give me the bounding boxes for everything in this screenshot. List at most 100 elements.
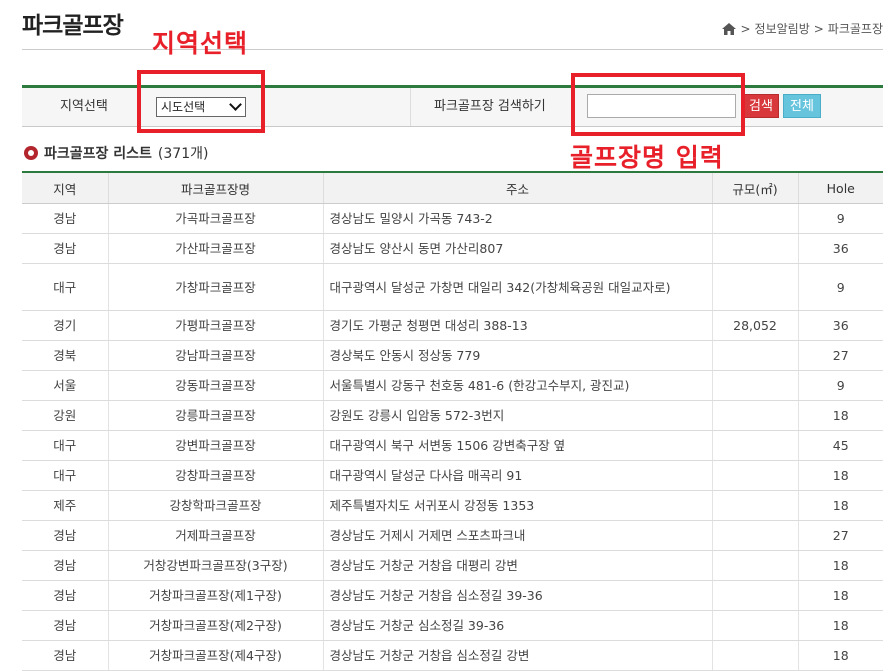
home-icon[interactable] [722,22,737,35]
table-header-row: 지역 파크골프장명 주소 규모(㎡) Hole [22,171,883,204]
cell-size [711,340,798,371]
cell-hole: 36 [797,233,883,264]
breadcrumb: > 정보알림방 > 파크골프장 [722,20,883,37]
cell-address: 경상남도 거제시 거제면 스포츠파크내 [322,520,712,551]
region-label: 지역선택 [60,99,108,114]
annotation-name-label: 골프장명 입력 [570,143,724,172]
list-heading-title: 파크골프장 리스트 [44,146,152,162]
cell-name[interactable]: 거창파크골프장(제2구장) [107,610,323,641]
cell-region: 서울 [22,370,108,401]
cell-region: 대구 [22,430,108,461]
breadcrumb-item-current[interactable]: 파크골프장 [828,20,883,37]
header-address: 주소 [322,171,712,204]
cell-address: 경상남도 거창군 거창읍 대평리 강변 [322,550,712,581]
table-row[interactable]: 경남 가산파크골프장 경상남도 양산시 동면 가산리807 36 [22,233,883,264]
table-row[interactable]: 제주 강창학파크골프장 제주특별자치도 서귀포시 강정동 1353 18 [22,490,883,521]
cell-address: 경기도 가평군 청평면 대성리 388-13 [322,310,712,341]
cell-region: 경남 [22,640,108,671]
cell-hole: 27 [797,340,883,371]
cell-size [711,610,798,641]
cell-region: 경기 [22,310,108,341]
table-row[interactable]: 경남 거창파크골프장(제2구장) 경상남도 거창군 심소정길 39-36 18 [22,610,883,641]
cell-region: 경남 [22,610,108,641]
table-row[interactable]: 경남 거창파크골프장(제4구장) 경상남도 거창군 거창읍 심소정길 강변 18 [22,640,883,671]
page-title: 파크골프장 [22,13,124,39]
cell-name[interactable]: 강창학파크골프장 [107,490,323,521]
bullet-icon [24,146,38,160]
search-button[interactable]: 검색 [743,94,779,118]
cell-name[interactable]: 가창파크골프장 [107,263,323,311]
cell-region: 경남 [22,203,108,234]
breadcrumb-item-info[interactable]: 정보알림방 [755,20,810,37]
cell-hole: 45 [797,430,883,461]
cell-name[interactable]: 가산파크골프장 [107,233,323,264]
golf-course-table: 지역 파크골프장명 주소 규모(㎡) Hole 경남 가곡파크골프장 경상남도 밀양… [22,171,883,671]
cell-size [711,430,798,461]
table-row[interactable]: 경남 거창파크골프장(제1구장) 경상남도 거창군 거창읍 심소정길 39-36 18 [22,580,883,611]
list-count: (371개) [157,146,209,162]
header-hole: Hole [797,171,883,204]
cell-region: 경북 [22,340,108,371]
cell-hole: 18 [797,490,883,521]
name-search-label: 파크골프장 검색하기 [434,99,546,114]
show-all-button[interactable]: 전체 [783,94,821,118]
cell-name[interactable]: 가곡파크골프장 [107,203,323,234]
cell-size [711,263,798,311]
table-row[interactable]: 서울 강동파크골프장 서울특별시 강동구 천호동 481-6 (한강고수부지, 광진… [22,370,883,401]
cell-address: 대구광역시 달성군 다사읍 매곡리 91 [322,460,712,491]
breadcrumb-separator: > [740,21,751,36]
cell-region: 경남 [22,550,108,581]
cell-address: 경상남도 밀양시 가곡동 743-2 [322,203,712,234]
cell-name[interactable]: 거창파크골프장(제1구장) [107,580,323,611]
list-heading: 파크골프장 리스트 (371개) [24,143,208,163]
table-row[interactable]: 경남 가곡파크골프장 경상남도 밀양시 가곡동 743-2 9 [22,203,883,234]
cell-name[interactable]: 강릉파크골프장 [107,400,323,431]
cell-size [711,640,798,671]
cell-name[interactable]: 가평파크골프장 [107,310,323,341]
table-row[interactable]: 강원 강릉파크골프장 강원도 강릉시 입암동 572-3번지 18 [22,400,883,431]
cell-name[interactable]: 강변파크골프장 [107,430,323,461]
cell-address: 경상남도 양산시 동면 가산리807 [322,233,712,264]
cell-region: 제주 [22,490,108,521]
cell-size [711,550,798,581]
cell-size [711,400,798,431]
header-size: 규모(㎡) [711,171,798,204]
cell-region: 강원 [22,400,108,431]
table-row[interactable]: 경북 강남파크골프장 경상북도 안동시 정상동 779 27 [22,340,883,371]
cell-name[interactable]: 거제파크골프장 [107,520,323,551]
annotation-region-box [137,70,265,133]
cell-hole: 27 [797,520,883,551]
cell-address: 경상북도 안동시 정상동 779 [322,340,712,371]
table-row[interactable]: 대구 강창파크골프장 대구광역시 달성군 다사읍 매곡리 91 18 [22,460,883,491]
cell-region: 경남 [22,233,108,264]
table-row[interactable]: 경남 거제파크골프장 경상남도 거제시 거제면 스포츠파크내 27 [22,520,883,551]
cell-name[interactable]: 강동파크골프장 [107,370,323,401]
cell-name[interactable]: 강남파크골프장 [107,340,323,371]
cell-name[interactable]: 거창파크골프장(제4구장) [107,640,323,671]
table-row[interactable]: 대구 강변파크골프장 대구광역시 북구 서변동 1506 강변축구장 옆 45 [22,430,883,461]
cell-size [711,520,798,551]
cell-size [711,203,798,234]
table-row[interactable]: 경기 가평파크골프장 경기도 가평군 청평면 대성리 388-13 28,052 36 [22,310,883,341]
annotation-region-label: 지역선택 [152,29,249,58]
cell-address: 서울특별시 강동구 천호동 481-6 (한강고수부지, 광진교) [322,370,712,401]
cell-size [711,233,798,264]
cell-name[interactable]: 강창파크골프장 [107,460,323,491]
search-bar-divider [410,88,411,126]
cell-address: 경상남도 거창군 거창읍 심소정길 39-36 [322,580,712,611]
cell-size [711,580,798,611]
header-name: 파크골프장명 [107,171,323,204]
cell-size: 28,052 [711,310,798,341]
breadcrumb-separator: > [813,21,824,36]
cell-size [711,370,798,401]
cell-hole: 9 [797,203,883,234]
cell-hole: 36 [797,310,883,341]
cell-hole: 9 [797,263,883,311]
cell-address: 경상남도 거창군 심소정길 39-36 [322,610,712,641]
table-row[interactable]: 대구 가창파크골프장 대구광역시 달성군 가창면 대일리 342(가창체육공원 대일… [22,263,883,311]
annotation-name-box [571,73,745,136]
cell-region: 경남 [22,520,108,551]
cell-name[interactable]: 거창강변파크골프장(3구장) [107,550,323,581]
table-row[interactable]: 경남 거창강변파크골프장(3구장) 경상남도 거창군 거창읍 대평리 강변 18 [22,550,883,581]
cell-size [711,490,798,521]
